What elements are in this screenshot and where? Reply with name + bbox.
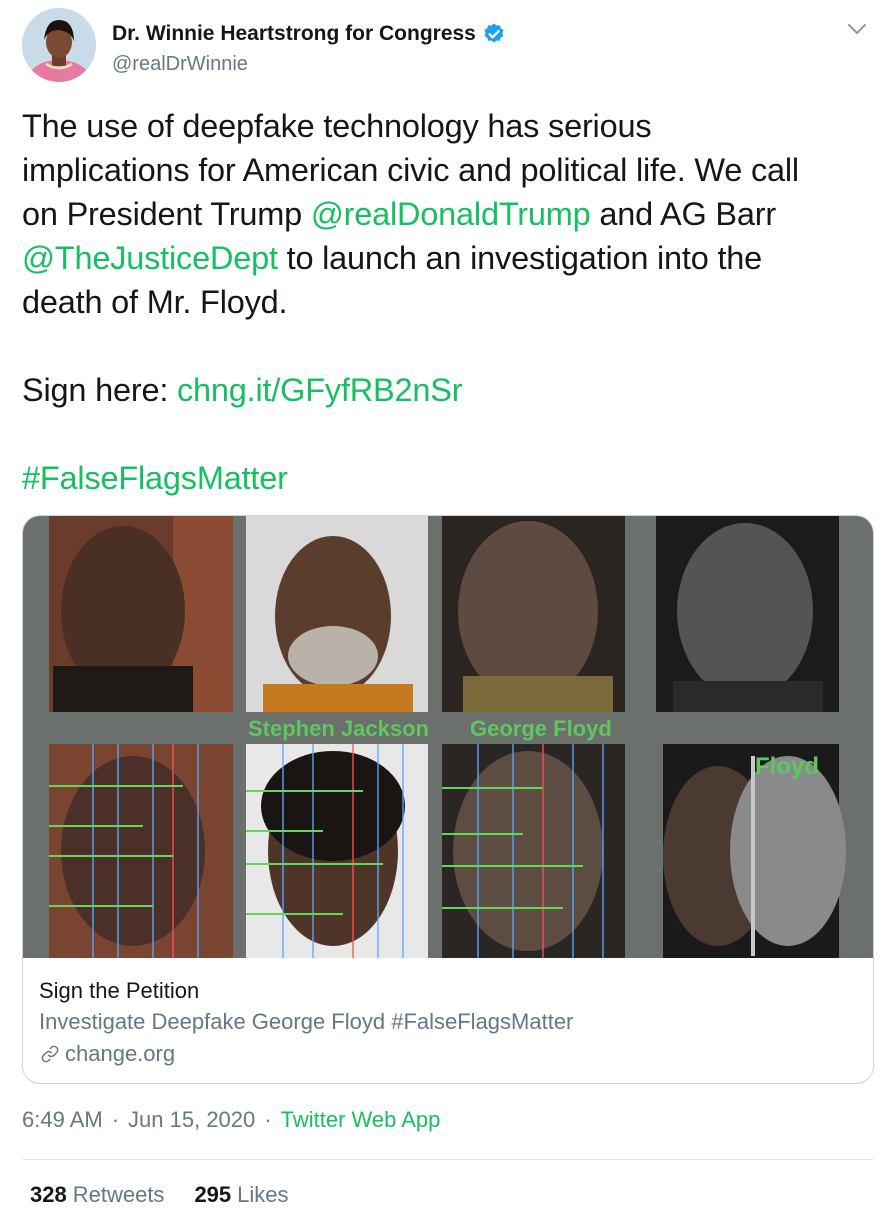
tweet-text-segment: The use of deepfake technology has serio… — [22, 108, 652, 144]
link-icon — [41, 1045, 59, 1063]
tweet-text-line — [22, 324, 872, 368]
tweet-text-segment: implications for American civic and poli… — [22, 152, 799, 188]
tweet-time[interactable]: 6:49 AM — [22, 1107, 103, 1133]
tweet-text-line: The use of deepfake technology has serio… — [22, 104, 872, 148]
author-name-row: Dr. Winnie Heartstrong for Congress — [112, 22, 506, 46]
chevron-down-icon[interactable] — [844, 16, 870, 42]
photo-panel-bottom-3 — [442, 744, 625, 958]
likes-stat[interactable]: 295 Likes — [194, 1182, 288, 1208]
label-stephen-jackson: Stephen Jackson — [248, 716, 429, 741]
retweets-stat[interactable]: 328 Retweets — [30, 1182, 164, 1208]
link-preview-card[interactable]: Stephen Jackson George Floyd Floyd Sign … — [22, 515, 874, 1084]
tweet-stats: 328 Retweets 295 Likes — [30, 1182, 319, 1208]
photo-panel-top-2 — [246, 516, 428, 712]
separator: · — [111, 1107, 120, 1132]
label-floyd: Floyd — [755, 753, 819, 780]
tweet-text-segment: and AG Barr — [590, 196, 776, 232]
tweet-timestamp-row: 6:49 AM · Jun 15, 2020 · Twitter Web App — [22, 1107, 440, 1133]
divider — [22, 1159, 874, 1160]
photo-panel-bottom-2 — [246, 744, 428, 958]
card-meta: Sign the Petition Investigate Deepfake G… — [39, 976, 859, 1070]
separator: · — [264, 1107, 272, 1132]
tweet-date[interactable]: Jun 15, 2020 — [128, 1107, 255, 1133]
retweets-count: 328 — [30, 1182, 67, 1207]
retweets-label: Retweets — [72, 1182, 165, 1207]
card-domain-text: change.org — [65, 1041, 176, 1066]
tweet-text-segment: Sign here: — [22, 372, 177, 408]
tweet-text-line: on President Trump @realDonaldTrump and … — [22, 192, 872, 236]
tweet-link[interactable]: chng.it/GFyfRB2nSr — [177, 372, 463, 408]
verified-badge-icon — [484, 23, 504, 43]
likes-label: Likes — [237, 1182, 289, 1207]
author-avatar[interactable] — [22, 8, 96, 82]
likes-count: 295 — [194, 1182, 232, 1207]
photo-panel-top-1 — [49, 516, 233, 712]
photo-panel-top-4 — [656, 516, 839, 712]
tweet-link[interactable]: #FalseFlagsMatter — [22, 460, 288, 496]
author-handle[interactable]: @realDrWinnie — [112, 53, 248, 76]
tweet-text-line — [22, 412, 872, 456]
tweet-header: Dr. Winnie Heartstrong for Congress @rea… — [22, 8, 872, 82]
tweet-text-segment: death of Mr. Floyd. — [22, 284, 288, 320]
tweet-link[interactable]: @realDonaldTrump — [311, 196, 591, 232]
card-image: Stephen Jackson George Floyd Floyd — [23, 516, 873, 958]
tweet-text-line: #FalseFlagsMatter — [22, 456, 872, 500]
tweet-source[interactable]: Twitter Web App — [281, 1107, 441, 1133]
tweet-text: The use of deepfake technology has serio… — [22, 104, 872, 500]
author-display-name[interactable]: Dr. Winnie Heartstrong for Congress — [112, 22, 476, 46]
tweet-text-segment: on President Trump — [22, 196, 311, 232]
label-george-floyd: George Floyd — [470, 716, 612, 741]
card-description: Investigate Deepfake George Floyd #False… — [39, 1009, 574, 1034]
photo-panel-top-3 — [442, 516, 625, 712]
face-comparison-collage: Stephen Jackson George Floyd Floyd — [23, 516, 873, 958]
tweet-text-line: implications for American civic and poli… — [22, 148, 872, 192]
tweet-text-segment: to launch an investigation into the — [277, 240, 763, 276]
tweet-text-line: Sign here: chng.it/GFyfRB2nSr — [22, 368, 872, 412]
card-domain: change.org — [39, 1038, 859, 1070]
tweet-text-line: death of Mr. Floyd. — [22, 280, 872, 324]
avatar-image — [22, 8, 96, 82]
card-title[interactable]: Sign the Petition — [39, 976, 859, 1006]
photo-panel-bottom-1 — [49, 744, 233, 958]
tweet-text-line: @TheJusticeDept to launch an investigati… — [22, 236, 872, 280]
tweet-link[interactable]: @TheJusticeDept — [22, 240, 278, 276]
